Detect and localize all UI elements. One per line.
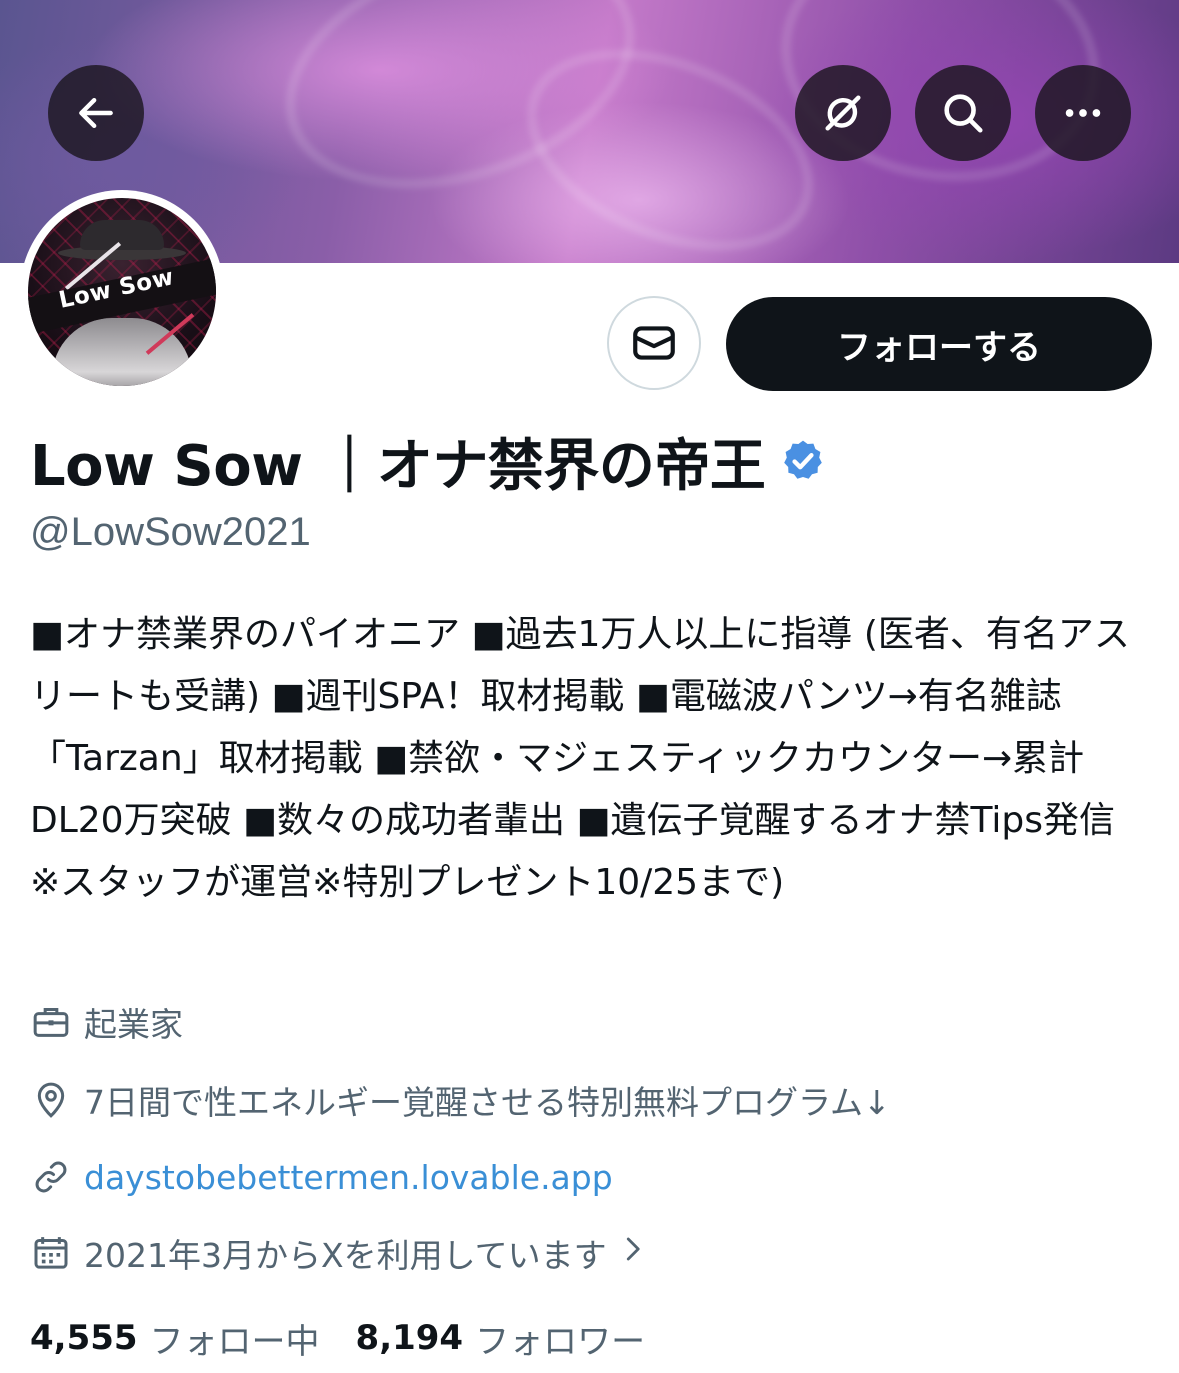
search-button[interactable] — [915, 65, 1011, 161]
website-link[interactable]: daystobebettermen.lovable.app — [84, 1158, 613, 1197]
more-button[interactable] — [1035, 65, 1131, 161]
following-stat[interactable]: 4,555 フォロー中 — [30, 1314, 320, 1363]
message-button[interactable] — [607, 296, 701, 390]
briefcase-icon — [30, 1001, 72, 1043]
profile-joined[interactable]: 2021年3月からXを利用しています — [30, 1229, 647, 1277]
profile-profession: 起業家 — [30, 998, 183, 1046]
followers-stat[interactable]: 8,194 フォロワー — [356, 1314, 646, 1363]
verified-badge-icon[interactable] — [779, 437, 827, 485]
arrow-left-icon — [79, 97, 113, 129]
link-icon — [30, 1156, 72, 1198]
profile-page: Low Sow フォローする Low Sow ｜オナ禁界の帝王 @LowSow2… — [0, 0, 1179, 1373]
mail-icon — [633, 326, 675, 360]
chevron-right-icon — [617, 1233, 647, 1273]
profile-handle: @LowSow2021 — [30, 510, 311, 554]
following-count: 4,555 — [30, 1318, 138, 1358]
profession-text: 起業家 — [84, 1005, 183, 1044]
back-button[interactable] — [48, 65, 144, 161]
follow-stats: 4,555 フォロー中 8,194 フォロワー — [30, 1313, 645, 1363]
grok-button[interactable] — [795, 65, 891, 161]
profile-name-row: Low Sow ｜オナ禁界の帝王 — [30, 425, 827, 499]
follow-button[interactable]: フォローする — [726, 297, 1152, 391]
more-horizontal-icon — [1065, 109, 1101, 117]
display-name: Low Sow ｜オナ禁界の帝王 — [30, 433, 766, 499]
following-label: フォロー中 — [149, 1321, 320, 1362]
profile-website[interactable]: daystobebettermen.lovable.app — [30, 1153, 613, 1201]
search-icon — [944, 94, 983, 133]
followers-count: 8,194 — [355, 1318, 464, 1358]
avatar[interactable]: Low Sow — [20, 190, 224, 394]
followers-label: フォロワー — [475, 1321, 646, 1362]
calendar-icon — [30, 1232, 72, 1274]
joined-text: 2021年3月からXを利用しています — [84, 1236, 607, 1275]
profile-location: 7日間で性エネルギー覚醒させる特別無料プログラム↓ — [30, 1076, 891, 1124]
location-pin-icon — [30, 1079, 72, 1121]
avatar-image: Low Sow — [28, 198, 216, 386]
location-text: 7日間で性エネルギー覚醒させる特別無料プログラム↓ — [84, 1083, 891, 1122]
profile-bio: ■オナ禁業界のパイオニア ■過去1万人以上に指導 (医者、有名アスリートも受講)… — [30, 614, 1130, 903]
grok-icon — [825, 95, 861, 131]
